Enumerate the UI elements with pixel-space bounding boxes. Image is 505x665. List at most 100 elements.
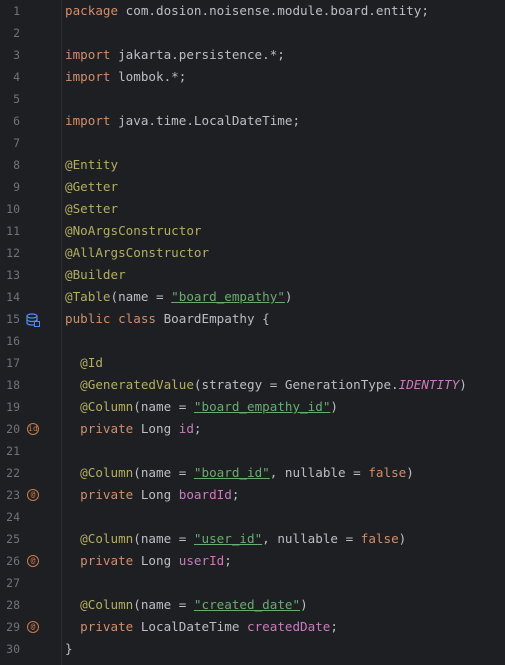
line-number[interactable]: 5 bbox=[0, 88, 20, 110]
code-token: , nullable = bbox=[262, 531, 361, 546]
code-line[interactable]: 20 private Long id; id bbox=[0, 418, 505, 440]
code-line[interactable]: 9 @Getter bbox=[0, 176, 505, 198]
code-text[interactable]: private LocalDateTime createdDate; bbox=[65, 616, 338, 638]
line-number[interactable]: 21 bbox=[0, 440, 20, 462]
code-line[interactable]: 28 @Column(name = "created_date") bbox=[0, 594, 505, 616]
code-text[interactable]: public class BoardEmpathy { bbox=[65, 308, 270, 330]
line-number[interactable]: 18 bbox=[0, 374, 20, 396]
code-text[interactable]: @NoArgsConstructor bbox=[65, 220, 201, 242]
field-annotation-icon[interactable]: @ bbox=[26, 554, 40, 568]
code-text[interactable]: private Long userId; bbox=[65, 550, 232, 572]
line-number[interactable]: 30 bbox=[0, 638, 20, 660]
code-text[interactable]: private Long id; bbox=[65, 418, 202, 440]
line-number[interactable]: 20 bbox=[0, 418, 20, 440]
code-text[interactable]: @Column(name = "board_empathy_id") bbox=[65, 396, 338, 418]
keyword-token: public class bbox=[65, 311, 156, 326]
line-number[interactable]: 7 bbox=[0, 132, 20, 154]
code-line[interactable]: 26 private Long userId; @ bbox=[0, 550, 505, 572]
code-line[interactable]: 22 @Column(name = "board_id", nullable =… bbox=[0, 462, 505, 484]
id-field-icon[interactable]: id bbox=[26, 422, 40, 436]
code-line[interactable]: 30} bbox=[0, 638, 505, 660]
line-number[interactable]: 15 bbox=[0, 308, 20, 330]
line-number[interactable]: 17 bbox=[0, 352, 20, 374]
field-annotation-icon[interactable]: @ bbox=[26, 620, 40, 634]
code-line[interactable]: 17 @Id bbox=[0, 352, 505, 374]
line-number[interactable]: 22 bbox=[0, 462, 20, 484]
code-text[interactable]: private Long boardId; bbox=[65, 484, 239, 506]
code-text[interactable]: @Table(name = "board_empathy") bbox=[65, 286, 293, 308]
code-line[interactable]: 23 private Long boardId; @ bbox=[0, 484, 505, 506]
line-number[interactable]: 28 bbox=[0, 594, 20, 616]
line-number[interactable]: 12 bbox=[0, 242, 20, 264]
code-line[interactable]: 18 @GeneratedValue(strategy = Generation… bbox=[0, 374, 505, 396]
annotation-token: @GeneratedValue bbox=[80, 377, 194, 392]
line-number[interactable]: 8 bbox=[0, 154, 20, 176]
code-line[interactable]: 25 @Column(name = "user_id", nullable = … bbox=[0, 528, 505, 550]
line-number[interactable]: 11 bbox=[0, 220, 20, 242]
code-token: ) bbox=[459, 377, 467, 392]
line-number[interactable]: 4 bbox=[0, 66, 20, 88]
line-number[interactable]: 1 bbox=[0, 0, 20, 22]
line-number[interactable]: 3 bbox=[0, 44, 20, 66]
code-line[interactable]: 14 @Table(name = "board_empathy") bbox=[0, 286, 505, 308]
line-number[interactable]: 14 bbox=[0, 286, 20, 308]
line-number[interactable]: 10 bbox=[0, 198, 20, 220]
line-number[interactable]: 24 bbox=[0, 506, 20, 528]
code-line[interactable]: 3 import jakarta.persistence.*; bbox=[0, 44, 505, 66]
line-number[interactable]: 25 bbox=[0, 528, 20, 550]
code-text[interactable]: @GeneratedValue(strategy = GenerationTyp… bbox=[65, 374, 467, 396]
code-line[interactable]: 12 @AllArgsConstructor bbox=[0, 242, 505, 264]
line-number[interactable]: 13 bbox=[0, 264, 20, 286]
code-text[interactable]: import lombok.*; bbox=[65, 66, 186, 88]
code-line[interactable]: 11 @NoArgsConstructor bbox=[0, 220, 505, 242]
code-token: ; bbox=[193, 421, 202, 436]
code-line[interactable]: 27 bbox=[0, 572, 505, 594]
code-token: ) bbox=[284, 289, 293, 304]
code-text[interactable]: @Setter bbox=[65, 198, 118, 220]
line-number[interactable]: 27 bbox=[0, 572, 20, 594]
code-text[interactable]: } bbox=[65, 638, 73, 660]
line-number[interactable]: 6 bbox=[0, 110, 20, 132]
enum-constant: IDENTITY bbox=[398, 377, 460, 392]
code-text[interactable]: @Getter bbox=[65, 176, 118, 198]
code-text[interactable]: import java.time.LocalDateTime; bbox=[65, 110, 300, 132]
line-number[interactable]: 16 bbox=[0, 330, 20, 352]
annotation-token: @Id bbox=[80, 355, 103, 370]
code-text[interactable]: @Column(name = "user_id", nullable = fal… bbox=[65, 528, 406, 550]
line-number[interactable]: 29 bbox=[0, 616, 20, 638]
code-text[interactable]: @Builder bbox=[65, 264, 126, 286]
code-line[interactable]: 7 bbox=[0, 132, 505, 154]
code-line[interactable]: 16 bbox=[0, 330, 505, 352]
code-line[interactable]: 29 private LocalDateTime createdDate; @ bbox=[0, 616, 505, 638]
code-line[interactable]: 6 import java.time.LocalDateTime; bbox=[0, 110, 505, 132]
code-text[interactable]: @Column(name = "created_date") bbox=[65, 594, 308, 616]
code-token: java.time.LocalDateTime; bbox=[110, 113, 301, 128]
code-line[interactable]: 24 bbox=[0, 506, 505, 528]
code-line[interactable]: 13 @Builder bbox=[0, 264, 505, 286]
code-text[interactable]: @Id bbox=[65, 352, 103, 374]
code-line[interactable]: 19 @Column(name = "board_empathy_id") bbox=[0, 396, 505, 418]
code-line[interactable]: 1 package com.dosion.noisense.module.boar… bbox=[0, 0, 505, 22]
line-number[interactable]: 23 bbox=[0, 484, 20, 506]
line-number[interactable]: 19 bbox=[0, 396, 20, 418]
code-line[interactable]: 21 bbox=[0, 440, 505, 462]
field-name: userId bbox=[178, 553, 225, 568]
code-line[interactable]: 10 @Setter bbox=[0, 198, 505, 220]
code-line[interactable]: 4 import lombok.*; bbox=[0, 66, 505, 88]
line-number[interactable]: 2 bbox=[0, 22, 20, 44]
code-text[interactable]: @Column(name = "board_id", nullable = fa… bbox=[65, 462, 414, 484]
database-entity-icon[interactable] bbox=[26, 312, 40, 327]
line-number[interactable]: 9 bbox=[0, 176, 20, 198]
code-text[interactable]: package com.dosion.noisense.module.board… bbox=[65, 0, 429, 22]
code-token: ) bbox=[330, 399, 338, 414]
code-line[interactable]: 8 @Entity bbox=[0, 154, 505, 176]
code-line[interactable]: 15 public class BoardEmpathy { bbox=[0, 308, 505, 330]
code-line[interactable]: 2 bbox=[0, 22, 505, 44]
line-number[interactable]: 26 bbox=[0, 550, 20, 572]
code-text[interactable]: @AllArgsConstructor bbox=[65, 242, 209, 264]
code-token: ; bbox=[231, 487, 240, 502]
code-text[interactable]: import jakarta.persistence.*; bbox=[65, 44, 285, 66]
code-line[interactable]: 5 bbox=[0, 88, 505, 110]
code-text[interactable]: @Entity bbox=[65, 154, 118, 176]
field-annotation-icon[interactable]: @ bbox=[26, 488, 40, 502]
